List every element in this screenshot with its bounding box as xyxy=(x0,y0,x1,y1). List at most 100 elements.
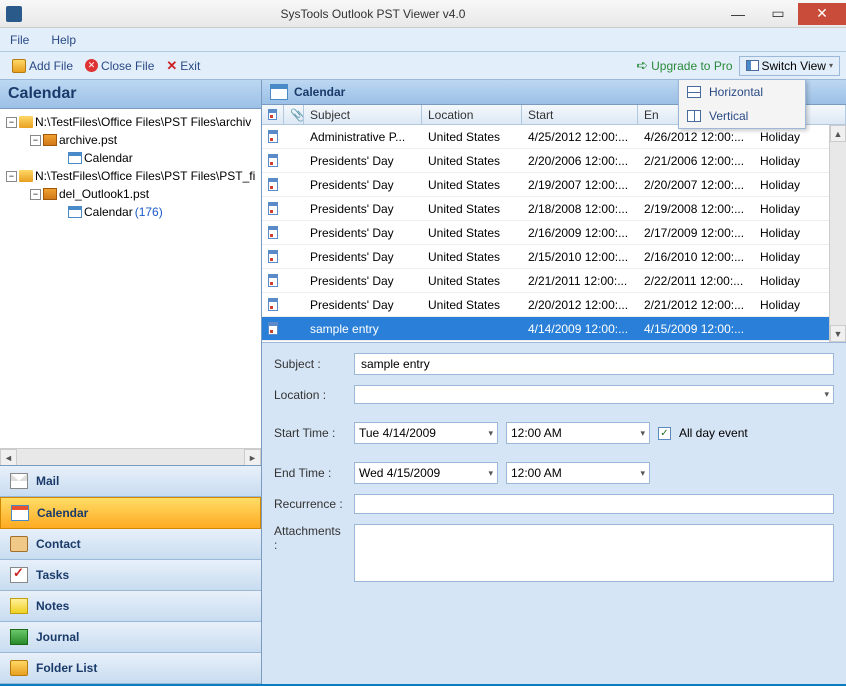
notes-icon xyxy=(10,598,28,614)
menu-help[interactable]: Help xyxy=(51,33,76,47)
subject-label: Subject : xyxy=(274,357,346,371)
switch-horizontal-item[interactable]: Horizontal xyxy=(679,80,805,104)
menu-bar: File Help xyxy=(0,28,846,52)
start-time-select[interactable]: 12:00 AM ▾ xyxy=(506,422,650,444)
scroll-up-icon[interactable]: ▲ xyxy=(830,125,846,142)
title-bar: SysTools Outlook PST Viewer v4.0 — ▭ ✕ xyxy=(0,0,846,28)
nav-journal[interactable]: Journal xyxy=(0,622,261,653)
tree-row-del-cal[interactable]: Calendar (176) xyxy=(2,203,259,221)
tree-collapse-icon[interactable]: − xyxy=(6,117,17,128)
add-file-button[interactable]: Add File xyxy=(6,57,79,75)
event-row[interactable]: Presidents' DayUnited States2/19/2007 12… xyxy=(262,173,846,197)
col-location[interactable]: Location xyxy=(422,105,522,124)
nav-calendar[interactable]: Calendar xyxy=(0,497,261,529)
tree-row-root1[interactable]: − N:\TestFiles\Office Files\PST Files\ar… xyxy=(2,113,259,131)
tree-root1-label: N:\TestFiles\Office Files\PST Files\arch… xyxy=(35,115,251,129)
tree-collapse-icon[interactable]: − xyxy=(30,135,41,146)
vertical-label: Vertical xyxy=(709,109,748,123)
switch-view-button[interactable]: Switch View ▾ xyxy=(739,56,841,76)
add-file-label: Add File xyxy=(29,59,73,73)
folder-icon xyxy=(19,170,33,182)
event-type-icon xyxy=(262,274,284,287)
event-end-cell: 2/20/2007 12:00:... xyxy=(638,178,754,192)
event-subject-cell: Presidents' Day xyxy=(304,178,422,192)
event-subject-cell: Presidents' Day xyxy=(304,154,422,168)
tree-del-cal-label: Calendar xyxy=(84,205,133,219)
add-file-icon xyxy=(12,59,26,73)
event-end-cell: 2/17/2009 12:00:... xyxy=(638,226,754,240)
tree-collapse-icon[interactable]: − xyxy=(6,171,17,182)
nav-mail-label: Mail xyxy=(36,474,59,488)
event-row[interactable]: Presidents' DayUnited States2/16/2009 12… xyxy=(262,221,846,245)
nav-contact[interactable]: Contact xyxy=(0,529,261,560)
upgrade-button[interactable]: ➪ Upgrade to Pro xyxy=(630,55,738,76)
event-end-cell: 4/15/2009 12:00:... xyxy=(638,322,754,336)
event-row[interactable]: Presidents' DayUnited States2/20/2006 12… xyxy=(262,149,846,173)
location-select[interactable]: ▾ xyxy=(354,385,834,404)
exit-label: Exit xyxy=(180,59,200,73)
calendar-icon xyxy=(270,84,288,100)
scroll-right-icon[interactable]: ► xyxy=(244,449,261,465)
tasks-icon xyxy=(10,567,28,583)
close-file-label: Close File xyxy=(101,59,154,73)
event-start-cell: 2/20/2012 12:00:... xyxy=(522,298,638,312)
col-icon[interactable] xyxy=(262,105,284,124)
end-date-select[interactable]: Wed 4/15/2009 ▾ xyxy=(354,462,498,484)
nav-notes[interactable]: Notes xyxy=(0,591,261,622)
event-row[interactable]: Presidents' DayUnited States2/15/2010 12… xyxy=(262,245,846,269)
attachments-box[interactable] xyxy=(354,524,834,582)
tree-del-cal-count: (176) xyxy=(135,205,163,219)
tree-collapse-icon[interactable]: − xyxy=(30,189,41,200)
scroll-down-icon[interactable]: ▼ xyxy=(830,325,846,342)
event-start-cell: 2/18/2008 12:00:... xyxy=(522,202,638,216)
tree-root2-label: N:\TestFiles\Office Files\PST Files\PST_… xyxy=(35,169,255,183)
event-type-icon xyxy=(262,178,284,191)
event-subject-cell: Presidents' Day xyxy=(304,250,422,264)
tree-row-archive-cal[interactable]: Calendar xyxy=(2,149,259,167)
menu-file[interactable]: File xyxy=(10,33,29,47)
nav-folder-list[interactable]: Folder List xyxy=(0,653,261,684)
start-time-value: 12:00 AM xyxy=(511,426,562,440)
event-end-cell: 2/19/2008 12:00:... xyxy=(638,202,754,216)
exit-button[interactable]: ✕ Exit xyxy=(160,56,206,76)
event-type-icon xyxy=(262,250,284,263)
tree-row-archive[interactable]: − archive.pst xyxy=(2,131,259,149)
event-row[interactable]: sample entry4/14/2009 12:00:...4/15/2009… xyxy=(262,317,846,341)
subject-input[interactable] xyxy=(354,353,834,375)
col-attachment[interactable]: 📎 xyxy=(284,105,304,124)
end-time-value: 12:00 AM xyxy=(511,466,562,480)
vertical-icon xyxy=(687,110,701,122)
col-subject[interactable]: Subject xyxy=(304,105,422,124)
all-day-checkbox[interactable]: ✓ xyxy=(658,427,671,440)
maximize-button[interactable]: ▭ xyxy=(758,3,798,25)
recurrence-input[interactable] xyxy=(354,494,834,514)
event-detail-panel: Subject : Location : ▾ Start Time : Tue … xyxy=(262,343,846,684)
start-date-select[interactable]: Tue 4/14/2009 ▾ xyxy=(354,422,498,444)
tree-row-root2[interactable]: − N:\TestFiles\Office Files\PST Files\PS… xyxy=(2,167,259,185)
event-row[interactable]: Presidents' DayUnited States2/21/2011 12… xyxy=(262,269,846,293)
event-type-icon xyxy=(262,298,284,311)
nav-tasks[interactable]: Tasks xyxy=(0,560,261,591)
event-end-cell: 4/26/2012 12:00:... xyxy=(638,130,754,144)
col-start[interactable]: Start xyxy=(522,105,638,124)
close-file-icon: ✕ xyxy=(85,59,98,72)
window-title: SysTools Outlook PST Viewer v4.0 xyxy=(28,7,718,21)
minimize-button[interactable]: — xyxy=(718,3,758,25)
nav-mail[interactable]: Mail xyxy=(0,466,261,497)
event-location-cell: United States xyxy=(422,178,522,192)
tree-horizontal-scrollbar[interactable]: ◄ ► xyxy=(0,448,261,465)
event-row[interactable]: Presidents' DayUnited States2/20/2012 12… xyxy=(262,293,846,317)
tree-row-del[interactable]: − del_Outlook1.pst xyxy=(2,185,259,203)
event-location-cell: United States xyxy=(422,298,522,312)
scroll-left-icon[interactable]: ◄ xyxy=(0,449,17,465)
event-type-icon xyxy=(262,130,284,143)
event-row[interactable]: Presidents' DayUnited States2/18/2008 12… xyxy=(262,197,846,221)
event-list-scrollbar[interactable]: ▲ ▼ xyxy=(829,125,846,342)
event-start-cell: 2/19/2007 12:00:... xyxy=(522,178,638,192)
calendar-icon xyxy=(68,206,82,218)
switch-vertical-item[interactable]: Vertical xyxy=(679,104,805,128)
nav-notes-label: Notes xyxy=(36,599,69,613)
end-time-select[interactable]: 12:00 AM ▾ xyxy=(506,462,650,484)
close-button[interactable]: ✕ xyxy=(798,3,846,25)
close-file-button[interactable]: ✕ Close File xyxy=(79,57,160,75)
